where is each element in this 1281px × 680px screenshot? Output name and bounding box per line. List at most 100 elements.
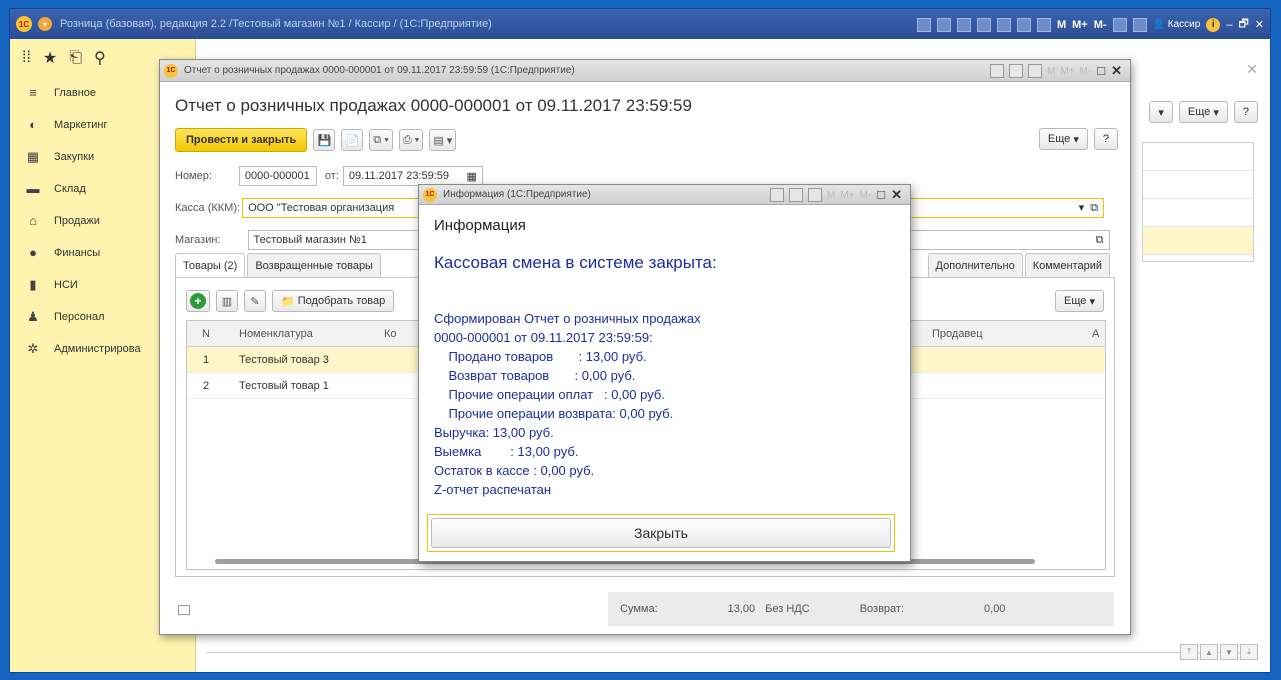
zoom-icon[interactable]: [1112, 17, 1127, 32]
link-icon[interactable]: [976, 17, 991, 32]
info-icon[interactable]: i: [1206, 17, 1221, 32]
apps-grid-icon[interactable]: ⁞⁞: [22, 49, 31, 67]
main-menu-icon[interactable]: ▾: [38, 17, 52, 31]
basket-icon: ⌂: [29, 213, 37, 228]
tab-comment[interactable]: Комментарий: [1024, 253, 1110, 277]
maximize-icon[interactable]: ☐: [876, 189, 886, 202]
calendar-icon[interactable]: ▦: [467, 170, 477, 183]
list-item[interactable]: [1143, 171, 1253, 199]
grid-toolbar: + ▥ ✎ 📁 Подобрать товар: [186, 290, 395, 312]
column-header-quantity[interactable]: Ко: [384, 328, 397, 340]
post-and-close-button[interactable]: Провести и закрыть: [175, 128, 308, 152]
memory-mplus-button[interactable]: M+: [840, 190, 854, 201]
barcode-icon[interactable]: ▥: [216, 290, 238, 312]
pick-goods-button[interactable]: 📁 Подобрать товар: [272, 290, 395, 312]
more-label: Еще: [1047, 133, 1071, 145]
note-icon[interactable]: [178, 605, 190, 615]
memory-m-button[interactable]: M: [827, 190, 835, 201]
close-icon[interactable]: ✕: [1246, 61, 1258, 78]
save-icon[interactable]: [916, 17, 931, 32]
number-label: Номер:: [175, 170, 212, 182]
search-icon[interactable]: ⚲: [94, 48, 106, 68]
sidebar-item-label: НСИ: [54, 279, 78, 291]
restore-icon[interactable]: 🗗: [1238, 15, 1248, 34]
calendar-icon[interactable]: [1036, 17, 1051, 32]
row-number: 1: [202, 353, 210, 366]
memory-mminus-button[interactable]: M-: [860, 190, 872, 201]
favorites-star-icon[interactable]: ★: [43, 48, 57, 68]
preview-icon[interactable]: [956, 17, 971, 32]
sidebar-item-label: Продажи: [54, 215, 100, 227]
more-button[interactable]: Еще ▾: [1038, 128, 1088, 150]
calendar-icon[interactable]: [808, 188, 823, 202]
list-item[interactable]: [1143, 199, 1253, 227]
store-value: Тестовый магазин №1: [253, 234, 367, 246]
memory-mplus-button[interactable]: M+: [1060, 66, 1074, 77]
add-row-button[interactable]: +: [186, 290, 210, 312]
kassa-label: Касса (ККМ):: [175, 202, 241, 214]
panels-icon[interactable]: [1132, 17, 1147, 32]
column-header-seller[interactable]: Продавец: [932, 328, 983, 340]
list-item[interactable]: [1143, 143, 1253, 171]
first-page-icon[interactable]: ⤒: [1180, 644, 1198, 660]
history-icon[interactable]: ⎗: [69, 49, 82, 67]
print-icon[interactable]: [770, 188, 785, 202]
print-icon[interactable]: [936, 17, 951, 32]
column-header-a[interactable]: А: [1092, 328, 1099, 340]
date-label: от:: [324, 170, 339, 182]
calculator-icon[interactable]: [1009, 64, 1024, 78]
post-icon[interactable]: 📄: [341, 129, 364, 151]
help-button[interactable]: ?: [1093, 128, 1118, 150]
last-page-icon[interactable]: ⤓: [1240, 644, 1258, 660]
calculator-icon[interactable]: [1016, 17, 1031, 32]
maximize-icon[interactable]: ☐: [1096, 65, 1106, 78]
open-icon[interactable]: ⧉: [1096, 234, 1104, 247]
purchases-icon: ▦: [26, 149, 40, 164]
tab-additional[interactable]: Дополнительно: [927, 253, 1023, 277]
list-item[interactable]: [1143, 227, 1253, 255]
memory-mminus-button[interactable]: M-: [1094, 19, 1107, 31]
reports-icon[interactable]: ▤ ▾: [429, 129, 457, 151]
sidebar-item-label: Финансы: [54, 247, 101, 259]
report-toolbar: Провести и закрыть 💾 📄 ⧉ ▾ ⎙ ▾ ▤ ▾: [175, 128, 457, 152]
memory-m-button[interactable]: M: [1047, 66, 1055, 77]
dropdown-open-icons[interactable]: ▾ ⧉: [1079, 201, 1099, 215]
background-dropdown-button[interactable]: ▾: [1149, 101, 1173, 123]
close-button[interactable]: Закрыть: [431, 518, 891, 548]
close-icon[interactable]: ✕: [891, 187, 902, 203]
1c-logo-icon: 1С: [164, 63, 178, 78]
background-more-button[interactable]: Еще ▾: [1178, 101, 1228, 123]
minimize-icon[interactable]: –: [1226, 19, 1232, 31]
column-header-n[interactable]: N: [187, 328, 225, 340]
calculator-icon[interactable]: [789, 188, 804, 202]
column-header-nomenclature[interactable]: Номенклатура: [225, 328, 365, 340]
current-user[interactable]: 👤 Кассир: [1153, 19, 1201, 30]
book-icon: ▮: [29, 277, 37, 292]
save-icon[interactable]: 💾: [313, 129, 336, 151]
print-icon[interactable]: [990, 64, 1005, 78]
tab-returned-goods[interactable]: Возвращенные товары: [247, 253, 381, 277]
tab-goods[interactable]: Товары (2): [175, 253, 246, 277]
pick-goods-label: Подобрать товар: [297, 295, 386, 307]
up-icon[interactable]: ▲: [1200, 644, 1218, 660]
sidebar-item-label: Главное: [54, 87, 97, 99]
page-title: Отчет о розничных продажах 0000-000001 о…: [175, 96, 692, 115]
memory-mplus-button[interactable]: M+: [1072, 19, 1088, 31]
1c-logo-icon[interactable]: 1С: [16, 16, 32, 32]
date-field[interactable]: 09.11.2017 23:59:59 ▦: [342, 166, 483, 186]
print-icon[interactable]: ⎙ ▾: [398, 129, 424, 151]
down-icon[interactable]: ▼: [1220, 644, 1238, 660]
dialog-window-title: Информация (1С:Предприятие): [443, 189, 591, 200]
pencil-icon[interactable]: ✎: [244, 290, 266, 312]
memory-m-button[interactable]: M: [1057, 19, 1066, 31]
calendar-icon[interactable]: [1028, 64, 1043, 78]
background-help-button[interactable]: ?: [1233, 101, 1258, 123]
close-app-icon[interactable]: ✕: [1255, 18, 1264, 31]
grid-more-button[interactable]: Еще ▾: [1055, 290, 1104, 312]
create-based-on-icon[interactable]: ⧉ ▾: [369, 129, 393, 151]
copy-icon[interactable]: [996, 17, 1011, 32]
number-field[interactable]: 0000-000001: [238, 166, 317, 186]
close-icon[interactable]: ✕: [1111, 63, 1122, 79]
memory-mminus-button[interactable]: M-: [1080, 66, 1092, 77]
list-navigation: ⤒ ▲ ▼ ⤓: [1180, 644, 1258, 660]
